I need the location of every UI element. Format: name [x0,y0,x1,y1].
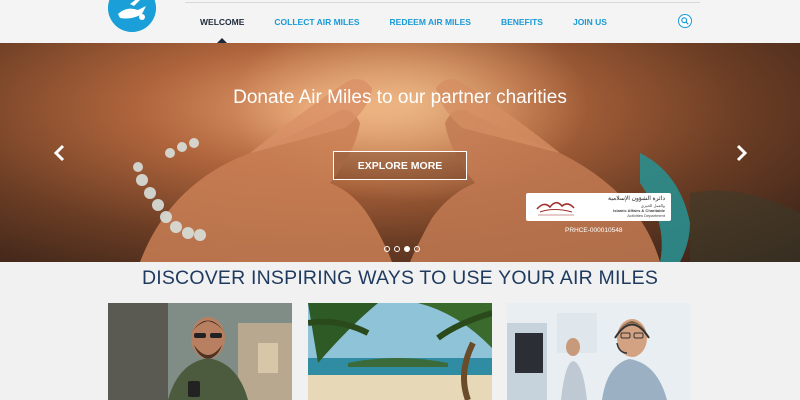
permit-english-sub: Activities Department [627,213,665,218]
chevron-left-icon [53,144,65,162]
permit-code: PRHCE-000010548 [565,227,623,234]
slider-dot[interactable] [414,246,420,252]
charity-permit-badge: دائرة الشؤون الإسلامية والعمل الخيري Isl… [526,193,671,221]
permit-issuer-text: دائرة الشؤون الإسلامية والعمل الخيري Isl… [591,196,665,218]
slider-next-arrow[interactable] [733,143,749,163]
call-center-agent-photo [507,303,691,400]
nav-redeem-air-miles[interactable]: REDEEM AIR MILES [375,0,486,43]
discover-card-travel[interactable] [308,303,492,400]
nav-join-us[interactable]: JOIN US [558,0,622,43]
slider-dot[interactable] [394,246,400,252]
slider-dots [384,246,420,252]
main-nav: WELCOME COLLECT AIR MILES REDEEM AIR MIL… [185,0,622,43]
discover-card-shopping[interactable] [108,303,292,400]
nav-welcome[interactable]: WELCOME [185,0,259,43]
chevron-right-icon [736,144,748,162]
explore-more-button[interactable]: EXPLORE MORE [333,151,467,180]
tropical-beach-palm-photo [308,303,492,400]
discover-heading: DISCOVER INSPIRING WAYS TO USE YOUR AIR … [141,267,659,289]
search-icon [681,17,689,25]
slider-dot-active[interactable] [404,246,410,252]
hero-title: Donate Air Miles to our partner charitie… [233,87,567,108]
smiling-man-with-phone-photo [108,303,292,400]
discover-card-services[interactable] [507,303,691,400]
hero-slider: Donate Air Miles to our partner charitie… [0,43,800,262]
government-of-dubai-logo [536,201,575,216]
search-button[interactable] [678,14,692,28]
permit-arabic-title: دائرة الشؤون الإسلامية [608,196,665,202]
nav-benefits[interactable]: BENEFITS [486,0,558,43]
slider-dot[interactable] [384,246,390,252]
site-header: WELCOME COLLECT AIR MILES REDEEM AIR MIL… [0,0,800,43]
nav-collect-air-miles[interactable]: COLLECT AIR MILES [259,0,374,43]
slider-prev-arrow[interactable] [52,143,68,163]
airplane-globe-logo[interactable] [108,0,156,32]
